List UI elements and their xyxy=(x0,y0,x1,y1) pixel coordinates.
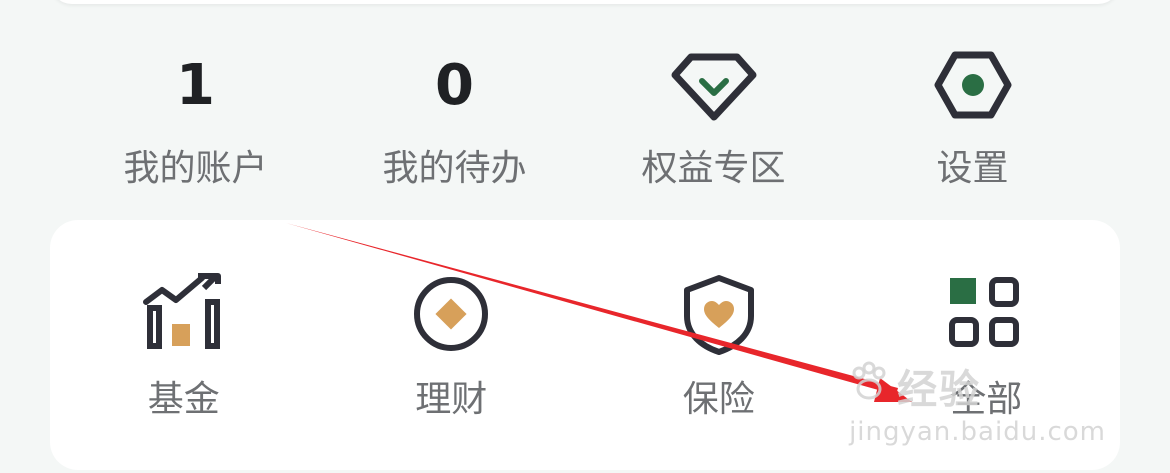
diamond-icon xyxy=(669,45,759,125)
top-card-edge xyxy=(50,0,1120,4)
fund-button[interactable]: 基金 xyxy=(50,220,318,470)
grid-apps-icon xyxy=(944,272,1028,356)
wealth-diamond-icon xyxy=(409,272,493,356)
services-card: 基金 理财 保险 全部 xyxy=(50,220,1120,470)
shield-heart-icon xyxy=(677,272,761,356)
all-services-label: 全部 xyxy=(950,379,1023,420)
insurance-button[interactable]: 保险 xyxy=(585,220,853,470)
all-services-button[interactable]: 全部 xyxy=(853,220,1121,470)
stats-row: 1 我的账户 0 我的待办 权益专区 设置 xyxy=(66,40,1102,210)
wealth-management-button[interactable]: 理财 xyxy=(318,220,586,470)
benefits-zone-label: 权益专区 xyxy=(641,148,786,189)
settings-hexagon-icon xyxy=(928,45,1018,125)
settings-label: 设置 xyxy=(936,148,1009,189)
wealth-management-label: 理财 xyxy=(415,379,488,420)
my-todo-count: 0 xyxy=(435,53,474,118)
benefits-zone-button[interactable]: 权益专区 xyxy=(584,40,843,210)
services-row: 基金 理财 保险 全部 xyxy=(50,220,1120,470)
my-account-button[interactable]: 1 我的账户 xyxy=(66,40,325,210)
my-todo-label: 我的待办 xyxy=(382,148,527,189)
insurance-label: 保险 xyxy=(682,379,755,420)
my-account-count: 1 xyxy=(176,53,215,118)
fund-chart-icon xyxy=(142,272,226,356)
my-account-label: 我的账户 xyxy=(123,148,268,189)
fund-label: 基金 xyxy=(147,379,220,420)
settings-button[interactable]: 设置 xyxy=(843,40,1102,210)
my-todo-button[interactable]: 0 我的待办 xyxy=(325,40,584,210)
